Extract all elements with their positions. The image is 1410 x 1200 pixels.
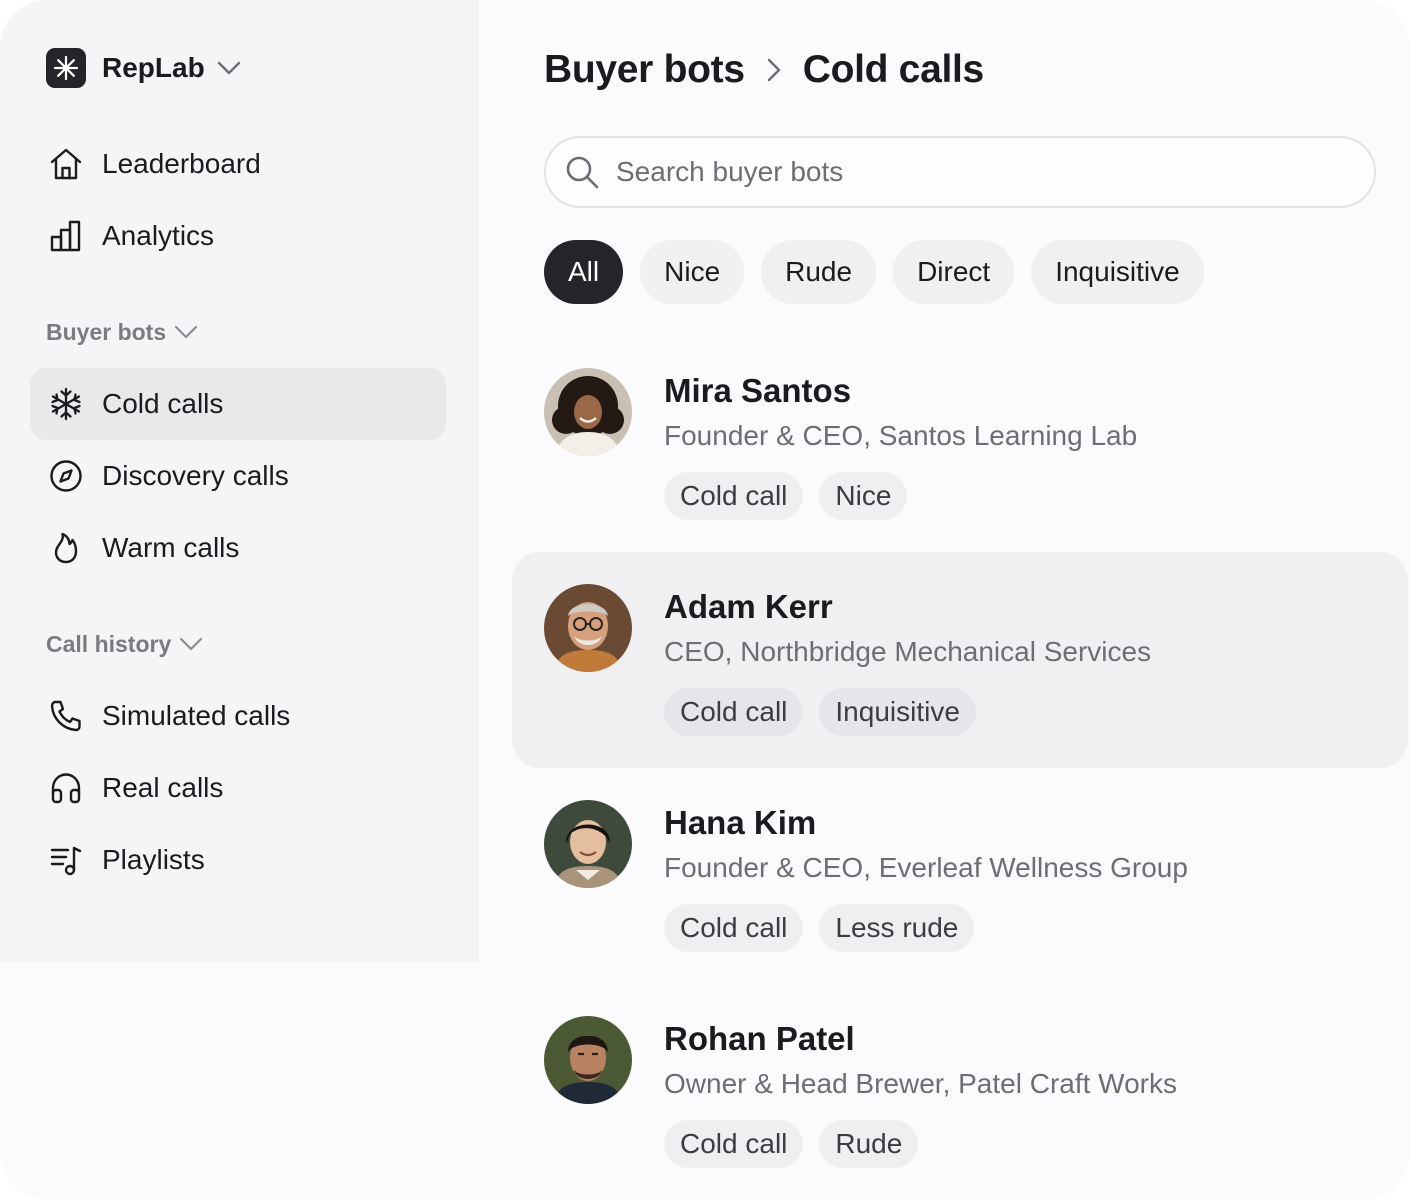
- tag: Less rude: [819, 904, 975, 952]
- bot-card[interactable]: Hana Kim Founder & CEO, Everleaf Wellnes…: [512, 784, 1408, 1000]
- tag-list: Cold call Inquisitive: [664, 688, 976, 736]
- tag: Rude: [819, 1120, 919, 1168]
- tag: Cold call: [664, 688, 804, 736]
- nav-label: Simulated calls: [102, 700, 291, 731]
- playlist-icon: [48, 842, 84, 878]
- tag-list: Cold call Rude: [664, 1120, 919, 1168]
- nav-item-warm-calls[interactable]: Warm calls: [30, 512, 446, 584]
- filter-chip-rude[interactable]: Rude: [761, 240, 877, 304]
- headphones-icon: [48, 770, 84, 806]
- nav-item-playlists[interactable]: Playlists: [30, 824, 446, 896]
- search-bar[interactable]: [544, 136, 1376, 208]
- page-title: Cold calls: [802, 48, 985, 91]
- avatar: [544, 368, 632, 456]
- filter-chip-all[interactable]: All: [544, 240, 624, 304]
- filter-chips: All Nice Rude Direct Inquisitive: [544, 240, 1204, 304]
- app-window: RepLab Leaderboard Analytics Buyer bots …: [0, 0, 1410, 1200]
- avatar: [544, 584, 632, 672]
- section-buyer-bots[interactable]: Buyer bots: [46, 312, 198, 352]
- breadcrumb: Buyer bots Cold calls: [544, 42, 984, 98]
- nav-label: Discovery calls: [102, 460, 289, 491]
- tag: Cold call: [664, 904, 804, 952]
- bot-card[interactable]: Adam Kerr CEO, Northbridge Mechanical Se…: [512, 552, 1408, 768]
- chevron-right-icon: [767, 58, 781, 82]
- bot-card[interactable]: Rohan Patel Owner & Head Brewer, Patel C…: [512, 1000, 1408, 1200]
- nav-item-cold-calls[interactable]: Cold calls: [30, 368, 446, 440]
- nav-label: Analytics: [102, 220, 215, 251]
- avatar: [544, 800, 632, 888]
- chevron-down-icon: [217, 61, 241, 75]
- bot-role: Founder & CEO, Santos Learning Lab: [664, 420, 1138, 451]
- tag: Nice: [819, 472, 908, 520]
- phone-icon: [48, 698, 84, 734]
- bar-chart-icon: [48, 218, 84, 254]
- bot-role: CEO, Northbridge Mechanical Services: [664, 636, 1152, 667]
- breadcrumb-parent-link[interactable]: Buyer bots: [544, 48, 745, 92]
- home-icon: [48, 146, 84, 182]
- workspace-switcher[interactable]: RepLab: [46, 47, 241, 89]
- bot-role: Founder & CEO, Everleaf Wellness Group: [664, 852, 1188, 883]
- tag-list: Cold call Nice: [664, 472, 908, 520]
- nav-item-analytics[interactable]: Analytics: [30, 200, 446, 272]
- bot-name: Mira Santos: [664, 372, 852, 409]
- nav-label: Real calls: [102, 772, 224, 803]
- nav-label: Cold calls: [102, 388, 224, 419]
- tag: Cold call: [664, 1120, 804, 1168]
- avatar: [544, 1016, 632, 1104]
- bot-name: Adam Kerr: [664, 588, 833, 625]
- search-icon: [564, 154, 600, 190]
- bot-name: Hana Kim: [664, 804, 817, 841]
- sidebar: RepLab Leaderboard Analytics Buyer bots …: [0, 0, 478, 962]
- chevron-down-icon: [180, 637, 203, 651]
- nav-item-leaderboard[interactable]: Leaderboard: [30, 128, 446, 200]
- snowflake-icon: [48, 386, 84, 422]
- search-input[interactable]: [616, 156, 1336, 188]
- tag: Cold call: [664, 472, 804, 520]
- bot-name: Rohan Patel: [664, 1020, 855, 1057]
- filter-chip-inquisitive[interactable]: Inquisitive: [1031, 240, 1204, 304]
- nav-item-simulated-calls[interactable]: Simulated calls: [30, 680, 446, 752]
- compass-icon: [48, 458, 84, 494]
- nav-label: Leaderboard: [102, 148, 261, 179]
- tag-list: Cold call Less rude: [664, 904, 975, 952]
- section-title: Call history: [46, 630, 172, 657]
- nav-label: Playlists: [102, 844, 205, 875]
- filter-chip-direct[interactable]: Direct: [893, 240, 1015, 304]
- nav-label: Warm calls: [102, 532, 240, 563]
- sparkle-icon: [46, 48, 86, 88]
- workspace-name: RepLab: [102, 52, 205, 83]
- section-title: Buyer bots: [46, 318, 167, 345]
- nav-item-discovery-calls[interactable]: Discovery calls: [30, 440, 446, 512]
- bot-card[interactable]: Mira Santos Founder & CEO, Santos Learni…: [512, 352, 1408, 568]
- filter-chip-nice[interactable]: Nice: [640, 240, 745, 304]
- bot-role: Owner & Head Brewer, Patel Craft Works: [664, 1068, 1177, 1099]
- flame-icon: [48, 530, 84, 566]
- chevron-down-icon: [175, 325, 198, 339]
- section-call-history[interactable]: Call history: [46, 624, 203, 664]
- tag: Inquisitive: [819, 688, 976, 736]
- nav-item-real-calls[interactable]: Real calls: [30, 752, 446, 824]
